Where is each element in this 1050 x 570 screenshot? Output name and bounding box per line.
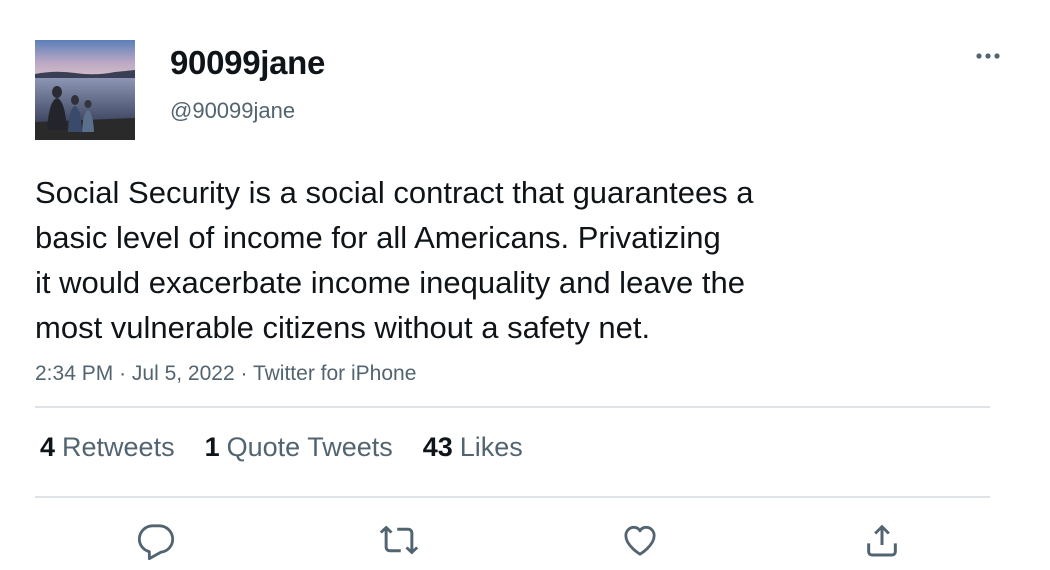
like-button[interactable]	[618, 518, 662, 562]
meta-separator: ·	[240, 362, 248, 385]
retweets-label: Retweets	[62, 432, 175, 462]
quote-tweets-label: Quote Tweets	[226, 432, 393, 462]
retweet-icon	[379, 525, 419, 555]
tweet-stats: 4 Retweets 1 Quote Tweets 43 Likes	[40, 432, 523, 463]
meta-separator: ·	[119, 362, 127, 385]
display-name[interactable]: 90099jane	[170, 44, 325, 82]
user-handle[interactable]: @90099jane	[170, 98, 295, 124]
tweet-source[interactable]: Twitter for iPhone	[253, 362, 416, 385]
retweet-button[interactable]	[377, 518, 421, 562]
share-icon	[867, 524, 897, 557]
retweets-stat[interactable]: 4 Retweets	[40, 432, 175, 463]
share-button[interactable]	[860, 518, 904, 562]
reply-button[interactable]	[134, 518, 178, 562]
reply-icon	[137, 524, 175, 560]
quote-tweets-stat[interactable]: 1 Quote Tweets	[205, 432, 393, 463]
tweet-text: Social Security is a social contract tha…	[35, 170, 875, 350]
tweet-text-line: most vulnerable citizens without a safet…	[35, 310, 651, 345]
tweet-time[interactable]: 2:34 PM	[35, 362, 113, 385]
like-heart-icon	[624, 525, 656, 556]
tweet-text-line: basic level of income for all Americans.…	[35, 220, 721, 255]
divider	[35, 406, 990, 408]
tweet-text-line: Social Security is a social contract tha…	[35, 175, 754, 210]
divider	[35, 496, 990, 498]
retweets-count: 4	[40, 432, 56, 462]
quote-tweets-count: 1	[204, 432, 220, 462]
likes-count: 43	[422, 432, 453, 462]
likes-label: Likes	[459, 432, 523, 462]
likes-stat[interactable]: 43 Likes	[423, 432, 523, 463]
avatar-image	[35, 40, 135, 140]
more-options-button[interactable]	[966, 44, 1010, 68]
tweet-date[interactable]: Jul 5, 2022	[132, 362, 235, 385]
tweet-meta: 2:34 PM · Jul 5, 2022 · Twitter for iPho…	[35, 362, 416, 386]
action-bar	[0, 518, 1050, 562]
tweet-text-line: it would exacerbate income inequality an…	[35, 265, 746, 300]
avatar[interactable]	[35, 40, 135, 140]
more-dots-icon	[976, 53, 1000, 59]
